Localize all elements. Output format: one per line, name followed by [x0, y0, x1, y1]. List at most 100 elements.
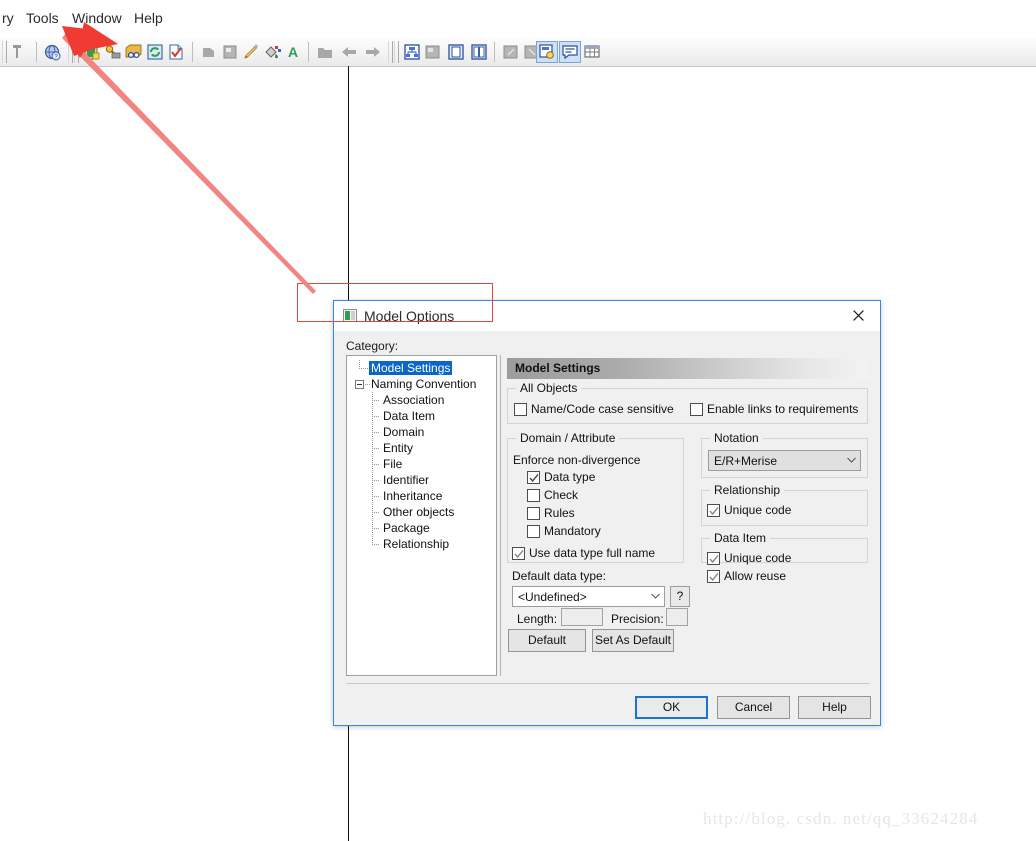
tree-item-inheritance[interactable]: Inheritance	[381, 488, 444, 504]
chevron-down-icon	[847, 457, 856, 463]
subdiagram-icon[interactable]	[424, 43, 442, 61]
chevron-down-icon	[651, 593, 660, 599]
diagram-icon[interactable]	[403, 43, 421, 61]
checkbox-box	[527, 507, 540, 520]
model-icon	[343, 309, 357, 322]
grid-icon[interactable]	[583, 43, 601, 61]
group-data-item-title: Data Item	[710, 531, 771, 545]
toolbar-separator	[36, 42, 37, 62]
tree-item-data-item[interactable]: Data Item	[381, 408, 437, 424]
pointer-icon[interactable]	[9, 43, 27, 61]
font-color-icon[interactable]: A	[284, 43, 302, 61]
checkbox-label: Unique code	[724, 551, 792, 565]
checkbox-box	[514, 403, 527, 416]
tree-item-file[interactable]: File	[381, 456, 404, 472]
tree-item-entity[interactable]: Entity	[381, 440, 415, 456]
tree-line	[372, 392, 373, 544]
category-tree[interactable]: Model Settings Naming Convention Associa…	[346, 355, 497, 676]
new-page-icon[interactable]	[447, 43, 465, 61]
check-model-icon[interactable]	[167, 43, 185, 61]
tree-item-domain[interactable]: Domain	[381, 424, 426, 440]
cancel-button[interactable]: Cancel	[717, 696, 790, 719]
object-icon[interactable]	[200, 43, 218, 61]
tree-item-other-objects[interactable]: Other objects	[381, 504, 456, 520]
page-icon[interactable]	[316, 43, 334, 61]
toolbar-grip-2[interactable]	[68, 41, 73, 63]
preview-icon[interactable]	[536, 41, 558, 63]
menu-item-help[interactable]: Help	[134, 11, 163, 25]
checkbox-box	[707, 570, 720, 583]
tree-line	[372, 464, 380, 465]
tree-item-relationship[interactable]: Relationship	[381, 536, 451, 552]
tree-item-identifier[interactable]: Identifier	[381, 472, 431, 488]
toolbar: ? A	[0, 38, 1036, 67]
ok-button[interactable]: OK	[635, 696, 708, 719]
dialog-title-bar[interactable]: Model Options	[334, 301, 880, 331]
object-properties-icon[interactable]	[221, 43, 239, 61]
length-input[interactable]	[561, 608, 603, 626]
help-button[interactable]: Help	[798, 696, 871, 719]
precision-input[interactable]	[666, 608, 688, 626]
dialog-body: Category: Model Settings Naming Conventi…	[334, 331, 880, 727]
key-icon[interactable]	[104, 43, 122, 61]
tree-item-association[interactable]: Association	[381, 392, 446, 408]
menu-item-window[interactable]: Window	[72, 11, 122, 25]
tree-line	[372, 448, 380, 449]
undo-arrow-icon[interactable]	[340, 43, 358, 61]
refresh-icon[interactable]	[146, 43, 164, 61]
set-as-default-button[interactable]: Set As Default	[592, 629, 674, 652]
checkbox-box	[690, 403, 703, 416]
model-options-dialog: Model Options Category: Model Settings N…	[333, 300, 881, 726]
checkbox-label: Use data type full name	[529, 546, 656, 560]
default-data-type-combo[interactable]: <Undefined>	[512, 586, 665, 607]
open-model-icon[interactable]	[83, 43, 101, 61]
help-globe-icon[interactable]: ?	[44, 43, 62, 61]
find-icon[interactable]	[125, 43, 143, 61]
toolbar-grip-5[interactable]	[394, 41, 399, 63]
svg-text:A: A	[288, 44, 298, 60]
notation-combo[interactable]: E/R+Merise	[708, 450, 861, 471]
tree-line	[372, 480, 380, 481]
menu-item-repository[interactable]: ry	[2, 11, 14, 25]
checkbox-label: Rules	[544, 506, 575, 520]
pencil-icon[interactable]	[242, 43, 260, 61]
toolbar-grip-4[interactable]	[388, 41, 393, 63]
default-data-type-help-button[interactable]: ?	[670, 586, 690, 607]
checkbox-label: Unique code	[724, 503, 792, 517]
tree-item-model-settings[interactable]: Model Settings	[369, 360, 453, 376]
redo-arrow-icon[interactable]	[364, 43, 382, 61]
tree-line	[372, 400, 380, 401]
tree-item-package[interactable]: Package	[381, 520, 432, 536]
settings-pane: Model Settings All Objects Name/Code cas…	[500, 355, 868, 676]
zoom-out-icon[interactable]	[502, 43, 520, 61]
dialog-title: Model Options	[364, 308, 455, 324]
tree-line	[372, 544, 380, 545]
checkbox-label: Data type	[544, 470, 596, 484]
group-all-objects-title: All Objects	[516, 381, 582, 395]
tree-line	[372, 528, 380, 529]
tree-expander-naming-convention[interactable]	[355, 380, 364, 389]
screen: ry Tools Window Help ? A http://blog. cs…	[0, 0, 1036, 841]
default-data-type-value: <Undefined>	[518, 590, 587, 604]
default-button[interactable]: Default	[508, 629, 586, 652]
category-label: Category:	[346, 339, 399, 353]
fill-color-icon[interactable]	[263, 43, 281, 61]
menu-bar: ry Tools Window Help	[0, 0, 1036, 38]
split-view-icon[interactable]	[470, 43, 488, 61]
precision-label: Precision:	[611, 612, 664, 626]
tree-item-naming-convention[interactable]: Naming Convention	[369, 376, 478, 392]
checkbox-label: Check	[544, 488, 579, 502]
toolbar-grip-3[interactable]	[74, 41, 79, 63]
menu-item-tools[interactable]: Tools	[26, 11, 59, 25]
group-notation-title: Notation	[710, 431, 763, 445]
toolbar-separator-2	[192, 42, 193, 62]
tree-line	[372, 432, 380, 433]
close-icon[interactable]	[836, 301, 880, 330]
notation-value: E/R+Merise	[714, 454, 778, 468]
toolbar-grip[interactable]	[2, 41, 7, 63]
comment-icon[interactable]	[559, 41, 581, 63]
toolbar-separator-3	[308, 42, 309, 62]
checkbox-box	[527, 489, 540, 502]
default-data-type-label: Default data type:	[512, 569, 607, 583]
group-domain-attribute-title: Domain / Attribute	[516, 431, 620, 445]
